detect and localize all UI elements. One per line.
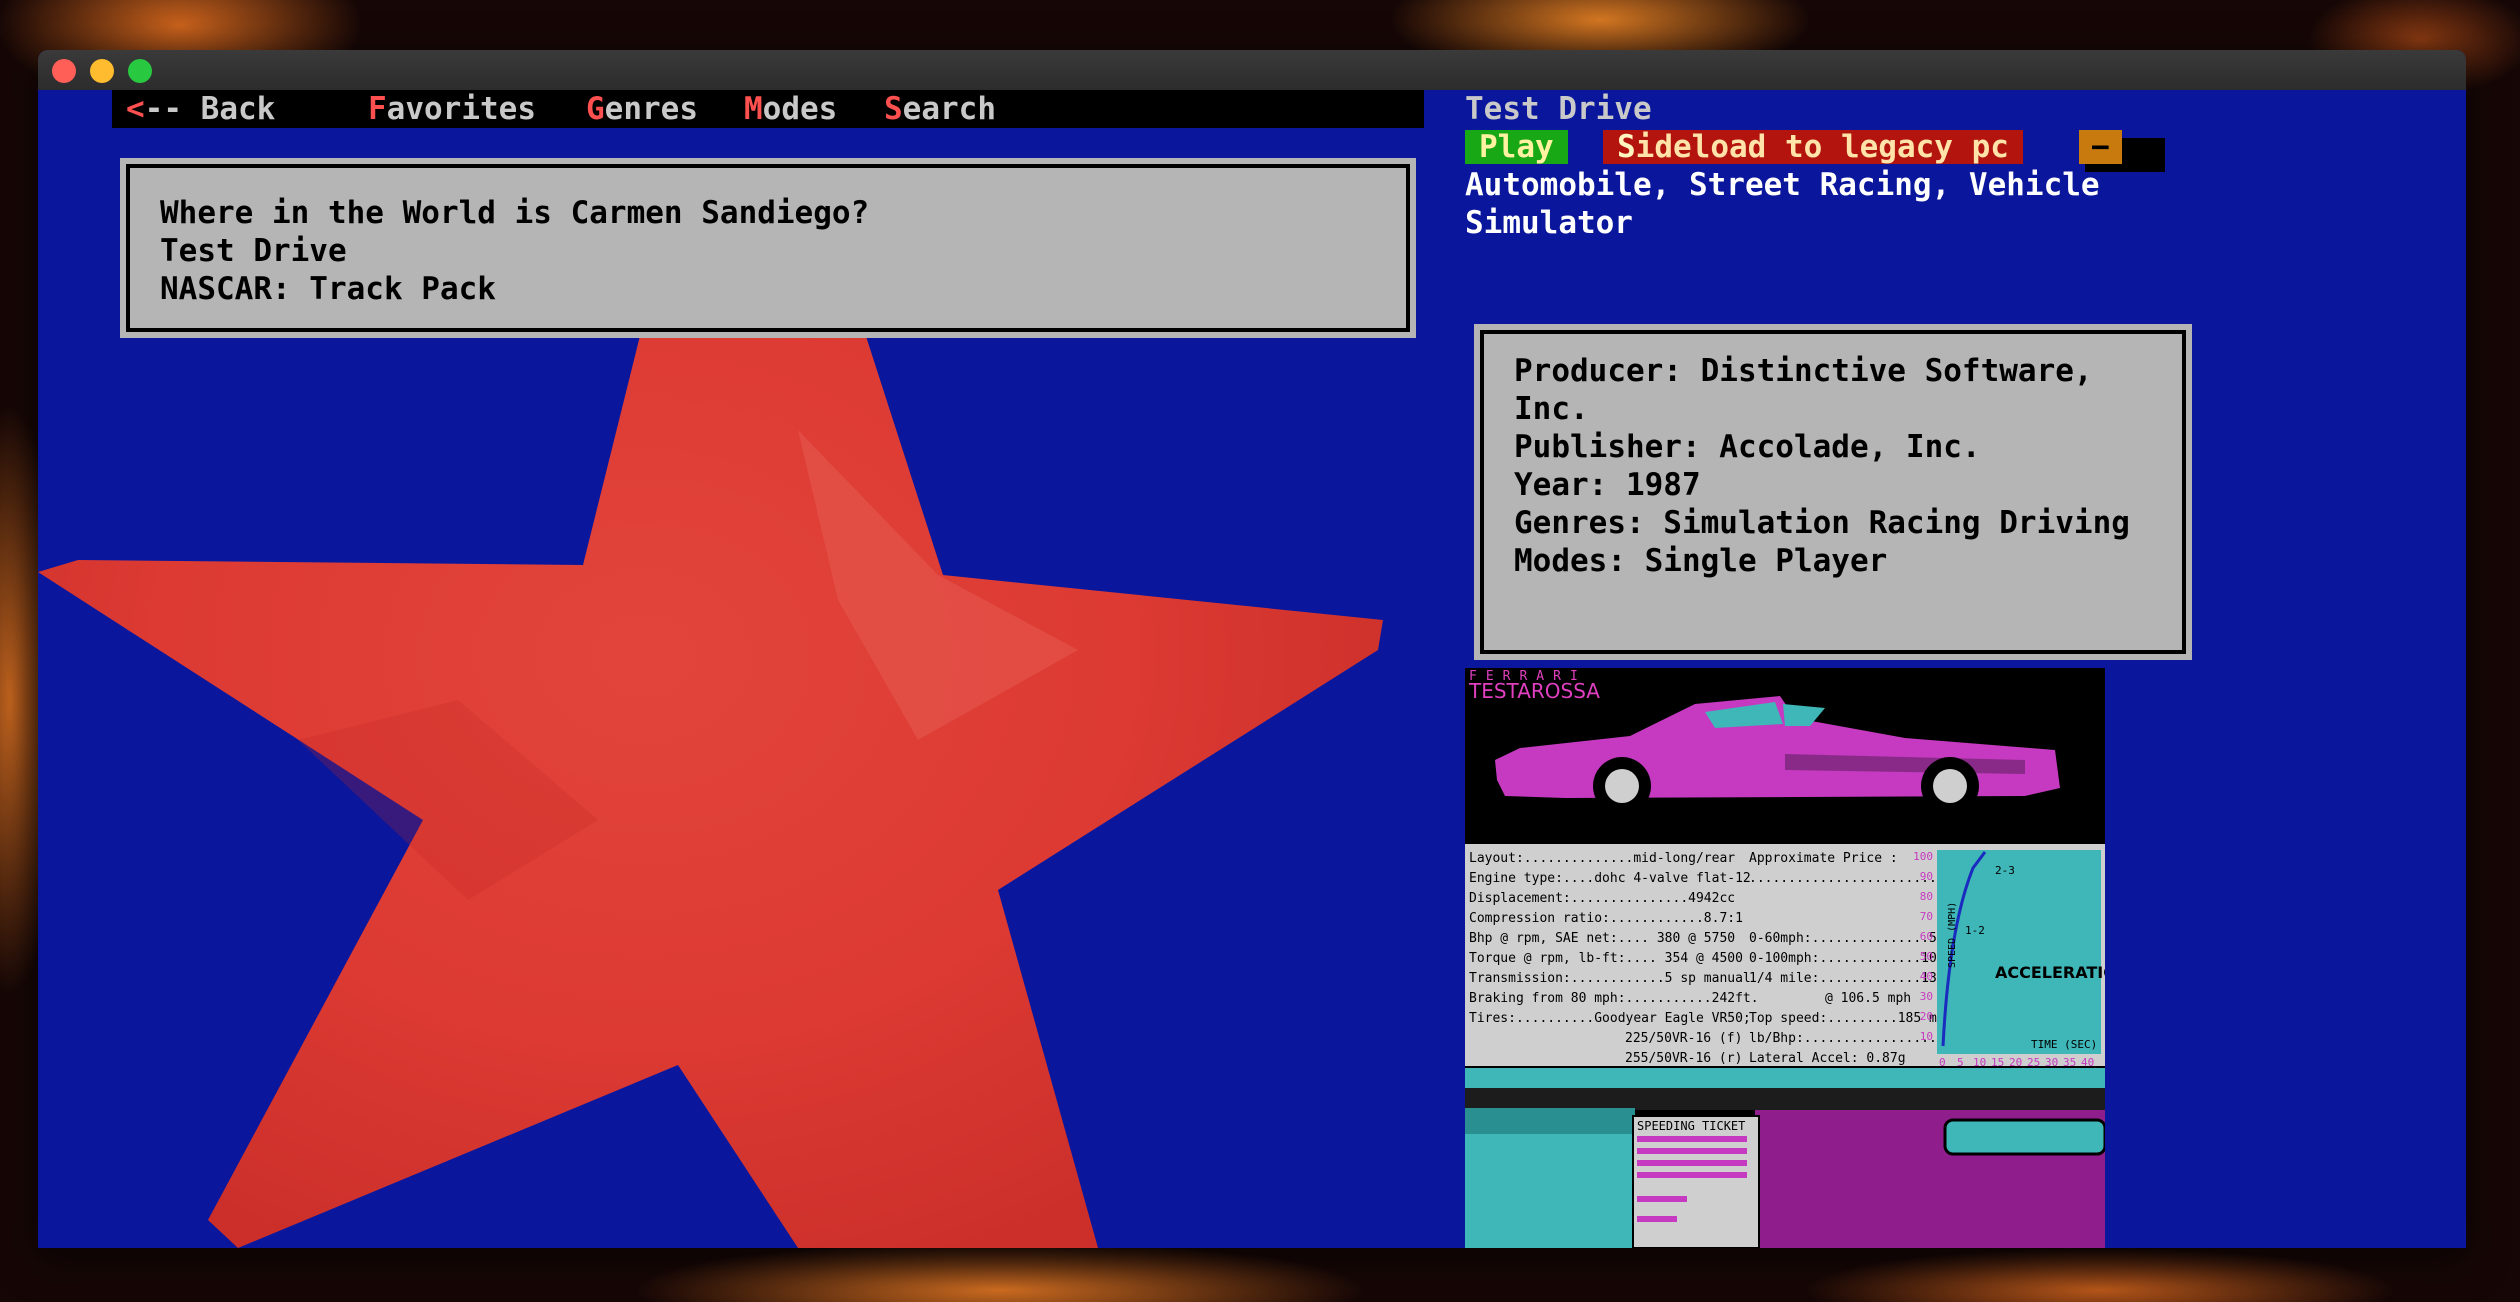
acceleration-graph: 100 90 80 70 60 50 40 30 20 10 0 5 10 15… [1913, 850, 2105, 1069]
y-tick: 50 [1920, 950, 1933, 963]
spec-line: Transmission:............5 sp manual [1469, 971, 1751, 986]
x-tick: 30 [2045, 1056, 2058, 1069]
graph-ylabel: SPEED (MPH) [1947, 902, 1958, 968]
genres-label: enres [604, 91, 698, 127]
spec-line: lb/Bhp:.................10.4 [1749, 1031, 1968, 1046]
publisher-text: Publisher: Accolade, Inc. [1514, 429, 1981, 465]
y-tick: 40 [1920, 970, 1933, 983]
modes-menu-item[interactable]: Modes [744, 90, 837, 128]
spec-line: Braking from 80 mph:...........242ft. [1469, 991, 1759, 1006]
menu-bar: <-- Back Favorites Genres Modes Search [112, 90, 1424, 128]
x-tick: 15 [1991, 1056, 2004, 1069]
y-tick: 90 [1920, 870, 1933, 883]
list-item[interactable]: Where in the World is Carmen Sandiego? [160, 194, 1376, 232]
favorites-hotkey: F [368, 91, 387, 127]
spec-line: Compression ratio:............8.7:1 [1469, 911, 1743, 926]
x-tick: 20 [2009, 1056, 2022, 1069]
back-menu-item[interactable]: <-- Back [126, 90, 275, 128]
main-content: <-- Back Favorites Genres Modes Search W… [38, 90, 2466, 1248]
y-tick: 20 [1920, 1010, 1933, 1023]
spec-line: Displacement:...............4942cc [1469, 891, 1735, 906]
screenshot-model: TESTAROSSA [1468, 679, 1600, 703]
search-label: earch [902, 91, 996, 127]
sideload-button[interactable]: Sideload to legacy pc [1603, 130, 2023, 164]
speeding-ticket-label: SPEEDING TICKET [1637, 1119, 1745, 1133]
x-tick: 25 [2027, 1056, 2040, 1069]
gear-label: 2-3 [1995, 864, 2015, 877]
game-tags: Automobile, Street Racing, Vehicle Simul… [1465, 167, 2100, 241]
remove-favorite-button[interactable]: − [2079, 130, 2122, 164]
game-screenshot: FERRARI TESTAROSSA Layout:..............… [1465, 668, 2105, 1248]
favorites-label: avorites [386, 91, 536, 127]
y-tick: 100 [1913, 850, 1933, 863]
y-tick: 60 [1920, 930, 1933, 943]
game-results-list: Where in the World is Carmen Sandiego? T… [120, 158, 1416, 338]
spec-line: Tires:..........Goodyear Eagle VR50; [1469, 1011, 1751, 1026]
x-tick: 40 [2081, 1056, 2094, 1069]
sideload-label: ideload to legacy pc [1635, 129, 2009, 165]
spec-line: 225/50VR-16 (f) [1625, 1031, 1742, 1046]
y-tick: 30 [1920, 990, 1933, 1003]
y-tick: 70 [1920, 910, 1933, 923]
spec-line: Bhp @ rpm, SAE net:.... 380 @ 5750 [1469, 931, 1735, 946]
spec-line: 255/50VR-16 (r) [1625, 1051, 1742, 1066]
genres-text: Genres: Simulation Racing Driving [1514, 505, 2130, 541]
road-scene: SPEEDING TICKET [1465, 1068, 2105, 1248]
modes-label: odes [762, 91, 838, 127]
x-tick: 35 [2063, 1056, 2076, 1069]
spec-line: Engine type:....dohc 4-valve flat-12 [1469, 871, 1751, 886]
spec-line: Approximate Price : [1749, 851, 1898, 866]
x-tick: 0 [1939, 1056, 1946, 1069]
genres-menu-item[interactable]: Genres [586, 90, 698, 128]
genres-hotkey: G [586, 91, 605, 127]
spec-line: Lateral Accel: 0.87g [1749, 1051, 1906, 1066]
gear-label: 1-2 [1965, 924, 1985, 937]
window-titlebar[interactable] [38, 50, 2466, 91]
year-text: Year: 1987 [1514, 467, 1701, 503]
y-tick: 80 [1920, 890, 1933, 903]
favorites-menu-item[interactable]: Favorites [368, 90, 536, 128]
graph-xlabel: TIME (SEC) [2031, 1038, 2097, 1051]
spec-line: Layout:..............mid-long/rear [1469, 851, 1735, 866]
y-tick: 10 [1920, 1030, 1933, 1043]
list-item[interactable]: Test Drive [160, 232, 1376, 270]
game-info-panel: Producer: Distinctive Software, Inc. Pub… [1474, 324, 2192, 660]
minimize-window-icon[interactable] [90, 59, 114, 83]
graph-title: ACCELERATION [1995, 963, 2105, 982]
back-label: -- Back [144, 91, 276, 127]
play-button[interactable]: Play [1465, 130, 1568, 164]
red-star-icon [38, 180, 1383, 1248]
maximize-window-icon[interactable] [128, 59, 152, 83]
modes-hotkey: M [744, 91, 763, 127]
modes-text: Modes: Single Player [1514, 543, 1888, 579]
x-tick: 10 [1973, 1056, 1986, 1069]
search-menu-item[interactable]: Search [884, 90, 996, 128]
producer-text: Producer: Distinctive Software, Inc. [1514, 353, 2093, 427]
app-window: <-- Back Favorites Genres Modes Search W… [38, 50, 2466, 1248]
game-title: Test Drive [1465, 91, 1652, 127]
x-tick: 5 [1957, 1056, 1964, 1069]
close-window-icon[interactable] [52, 59, 76, 83]
spec-line: Torque @ rpm, lb-ft:.... 354 @ 4500 [1469, 951, 1743, 966]
sideload-hotkey: S [1617, 129, 1636, 165]
spec-line: @ 106.5 mph [1825, 991, 1911, 1006]
list-item[interactable]: NASCAR: Track Pack [160, 270, 1376, 308]
search-hotkey: S [884, 91, 903, 127]
